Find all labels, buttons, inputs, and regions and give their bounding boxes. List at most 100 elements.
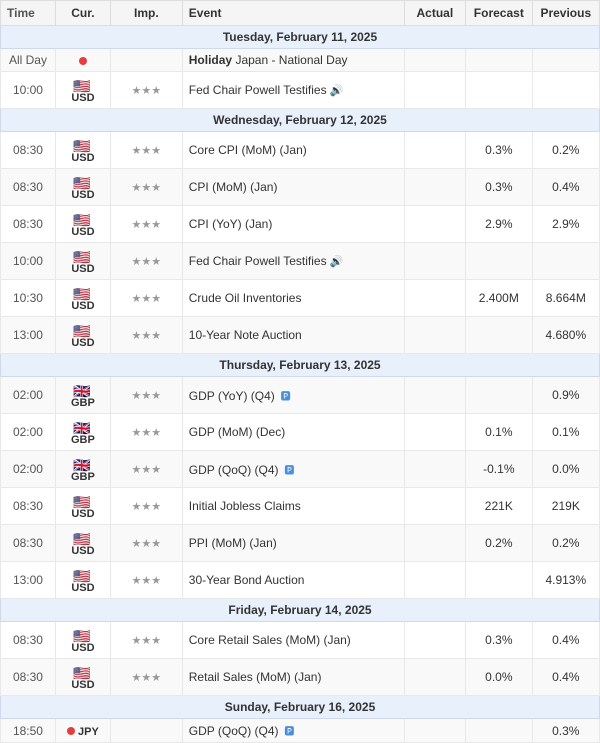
cell-time: 10:00 bbox=[1, 243, 56, 280]
pending-icon: 🅿 bbox=[282, 727, 295, 738]
cell-currency: 🇺🇸USD bbox=[55, 488, 110, 525]
cell-event: Initial Jobless Claims bbox=[182, 488, 404, 525]
event-name: Core CPI (MoM) (Jan) bbox=[189, 143, 307, 157]
cell-previous: 0.4% bbox=[532, 622, 599, 659]
cell-time: 08:30 bbox=[1, 206, 56, 243]
cell-importance: ★★★ bbox=[110, 132, 182, 169]
cell-forecast bbox=[466, 49, 533, 72]
star-icon: ★ bbox=[132, 330, 142, 342]
star-icon: ★ bbox=[151, 672, 161, 684]
cell-event: Retail Sales (MoM) (Jan) bbox=[182, 659, 404, 696]
cell-forecast: 2.9% bbox=[466, 206, 533, 243]
cell-importance: ★★★ bbox=[110, 414, 182, 451]
star-icon: ★ bbox=[141, 635, 151, 647]
currency-label: JPY bbox=[75, 725, 99, 737]
cell-forecast: 0.3% bbox=[466, 132, 533, 169]
star-icon: ★ bbox=[151, 427, 161, 439]
header-time: Time bbox=[1, 1, 56, 26]
currency-label: USD bbox=[71, 642, 94, 654]
cell-previous: 0.2% bbox=[532, 525, 599, 562]
header-event: Event bbox=[182, 1, 404, 26]
table-row: 08:30🇺🇸USD★★★CPI (YoY) (Jan)2.9%2.9% bbox=[1, 206, 600, 243]
cell-event: CPI (YoY) (Jan) bbox=[182, 206, 404, 243]
section-header-row: Thursday, February 13, 2025 bbox=[1, 354, 600, 377]
star-icon: ★ bbox=[132, 145, 142, 157]
cell-actual bbox=[404, 49, 465, 72]
flag-icon: 🇺🇸 bbox=[73, 628, 91, 640]
section-header-row: Tuesday, February 11, 2025 bbox=[1, 26, 600, 49]
event-name: PPI (MoM) (Jan) bbox=[189, 536, 277, 550]
event-name: Holiday bbox=[189, 53, 232, 67]
cell-event: Crude Oil Inventories bbox=[182, 280, 404, 317]
table-row: All DayHoliday Japan - National Day bbox=[1, 49, 600, 72]
event-name: Retail Sales (MoM) (Jan) bbox=[189, 670, 322, 684]
currency-label: USD bbox=[71, 226, 94, 238]
header-imp: Imp. bbox=[110, 1, 182, 26]
cell-actual bbox=[404, 206, 465, 243]
cell-actual bbox=[404, 719, 465, 743]
cell-importance: ★★★ bbox=[110, 562, 182, 599]
cell-previous: 0.4% bbox=[532, 169, 599, 206]
cell-importance: ★★★ bbox=[110, 488, 182, 525]
table-row: 08:30🇺🇸USD★★★CPI (MoM) (Jan)0.3%0.4% bbox=[1, 169, 600, 206]
cell-event: Fed Chair Powell Testifies🔊 bbox=[182, 72, 404, 109]
star-icon: ★ bbox=[151, 293, 161, 305]
cell-currency: 🇺🇸 USD bbox=[55, 317, 110, 354]
star-icon: ★ bbox=[132, 390, 142, 402]
cell-forecast: 2.400M bbox=[466, 280, 533, 317]
table-row: 08:30🇺🇸USD★★★PPI (MoM) (Jan)0.2%0.2% bbox=[1, 525, 600, 562]
cell-currency: 🇬🇧GBP bbox=[55, 451, 110, 488]
flag-icon: 🇺🇸 bbox=[73, 78, 91, 90]
flag-icon: 🇺🇸 bbox=[73, 531, 91, 543]
table-row: 10:00🇺🇸USD★★★Fed Chair Powell Testifies🔊 bbox=[1, 243, 600, 280]
cell-actual bbox=[404, 525, 465, 562]
event-name: Core Retail Sales (MoM) (Jan) bbox=[189, 633, 351, 647]
currency-label: USD bbox=[71, 545, 94, 557]
cell-currency: 🇺🇸USD bbox=[55, 169, 110, 206]
cell-actual bbox=[404, 622, 465, 659]
table-row: 13:00🇺🇸USD★★★10-Year Note Auction4.680% bbox=[1, 317, 600, 354]
flag-icon: 🇺🇸 bbox=[73, 323, 91, 335]
cell-importance: ★★★ bbox=[110, 525, 182, 562]
star-icon: ★ bbox=[151, 390, 161, 402]
cell-currency: 🇺🇸USD bbox=[55, 206, 110, 243]
cell-time: 08:30 bbox=[1, 525, 56, 562]
cell-time: 02:00 bbox=[1, 377, 56, 414]
cell-importance: ★★★ bbox=[110, 622, 182, 659]
cell-actual bbox=[404, 377, 465, 414]
star-icon: ★ bbox=[141, 390, 151, 402]
star-icon: ★ bbox=[151, 538, 161, 550]
section-header-row: Friday, February 14, 2025 bbox=[1, 599, 600, 622]
currency-label: USD bbox=[71, 508, 94, 520]
star-icon: ★ bbox=[151, 219, 161, 231]
cell-currency: JPY bbox=[55, 719, 110, 743]
event-name: Fed Chair Powell Testifies bbox=[189, 254, 327, 268]
event-name: 30-Year Bond Auction bbox=[189, 573, 305, 587]
cell-importance: ★★★ bbox=[110, 280, 182, 317]
cell-previous: 0.3% bbox=[532, 719, 599, 743]
star-icon: ★ bbox=[141, 293, 151, 305]
cell-importance: ★★★ bbox=[110, 377, 182, 414]
header-previous: Previous bbox=[532, 1, 599, 26]
cell-importance: ★★★ bbox=[110, 659, 182, 696]
section-title: Friday, February 14, 2025 bbox=[1, 599, 600, 622]
cell-time: 02:00 bbox=[1, 414, 56, 451]
currency-label: USD bbox=[71, 337, 94, 349]
event-name: Crude Oil Inventories bbox=[189, 291, 302, 305]
star-icon: ★ bbox=[141, 219, 151, 231]
cell-previous: 0.4% bbox=[532, 659, 599, 696]
star-icon: ★ bbox=[132, 85, 142, 97]
importance-dot bbox=[67, 727, 75, 735]
cell-forecast bbox=[466, 317, 533, 354]
cell-forecast: 0.3% bbox=[466, 169, 533, 206]
table-row: 02:00🇬🇧GBP★★★GDP (MoM) (Dec)0.1%0.1% bbox=[1, 414, 600, 451]
flag-icon: 🇺🇸 bbox=[73, 175, 91, 187]
section-header-row: Sunday, February 16, 2025 bbox=[1, 696, 600, 719]
cell-previous: 8.664M bbox=[532, 280, 599, 317]
currency-label: GBP bbox=[71, 434, 95, 446]
cell-forecast bbox=[466, 719, 533, 743]
cell-actual bbox=[404, 280, 465, 317]
star-icon: ★ bbox=[141, 330, 151, 342]
importance-dot bbox=[79, 57, 87, 65]
event-name: GDP (QoQ) (Q4) bbox=[189, 724, 279, 738]
